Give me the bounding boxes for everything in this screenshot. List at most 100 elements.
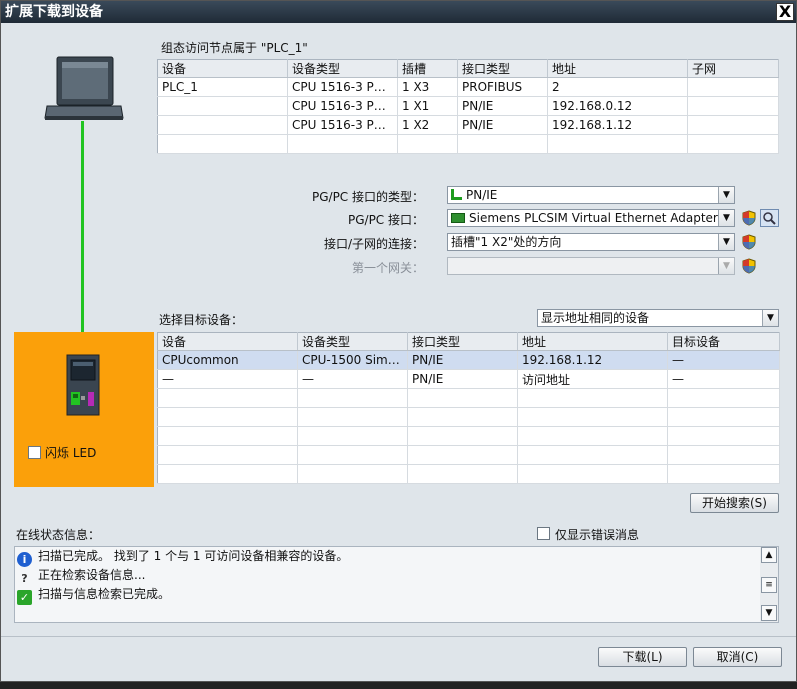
cell: 1 X1 (397, 96, 458, 116)
pgpc-interface-label: PG/PC 接口： (347, 213, 424, 227)
cell (687, 115, 779, 135)
shield-icon[interactable] (741, 258, 757, 274)
cell (547, 134, 688, 154)
cell: CPU 1516-3 PN/DP (287, 96, 398, 116)
cell: PROFIBUS (457, 77, 548, 97)
cell: CPUcommon (157, 350, 298, 370)
status-caption: 在线状态信息： (16, 528, 101, 542)
cell (407, 464, 518, 484)
scrollbar[interactable]: ▲ ≡ ▼ (760, 547, 778, 622)
cell (517, 464, 668, 484)
only-errors-label: 仅显示错误消息 (555, 528, 640, 542)
cell: PLC_1 (157, 77, 288, 97)
cell: PN/IE (407, 369, 518, 389)
table-row[interactable] (157, 134, 779, 154)
config-col-device: 设备 (157, 59, 288, 78)
chevron-down-icon[interactable]: ▼ (718, 234, 734, 250)
download-button[interactable]: 下载(L) (598, 647, 687, 667)
table-row[interactable]: PLC_1 CPU 1516-3 PN/DP 1 X3 PROFIBUS 2 (157, 77, 779, 97)
cell: — (667, 369, 780, 389)
cell (667, 426, 780, 446)
chevron-down-icon[interactable]: ▼ (718, 210, 734, 226)
network-adapter-icon (451, 213, 465, 223)
cell: 1 X2 (397, 115, 458, 135)
cell (457, 134, 548, 154)
background-strip (0, 682, 797, 689)
cell: PN/IE (457, 115, 548, 135)
properties-icon[interactable] (760, 209, 779, 227)
cell (157, 134, 288, 154)
close-icon[interactable]: X (776, 3, 794, 21)
cell (517, 388, 668, 408)
first-gateway-select[interactable]: ▼ (447, 257, 735, 275)
cell (157, 407, 298, 427)
cell (667, 445, 780, 465)
scroll-up-icon[interactable]: ▲ (761, 547, 777, 563)
plc-cpu-icon (66, 354, 100, 416)
pgpc-type-select[interactable]: PN/IE ▼ (447, 186, 735, 204)
message-text: 扫描与信息检索已完成。 (38, 587, 171, 601)
table-row[interactable] (157, 464, 780, 484)
table-row[interactable]: CPU 1516-3 PN/DP 1 X1 PN/IE 192.168.0.12 (157, 96, 779, 116)
cell: PN/IE (457, 96, 548, 116)
cell (407, 426, 518, 446)
table-row[interactable] (157, 445, 780, 465)
cancel-button[interactable]: 取消(C) (693, 647, 782, 667)
subnet-connection-select[interactable]: 插槽"1 X2"处的方向 ▼ (447, 233, 735, 251)
shield-icon[interactable] (741, 210, 757, 226)
cell: CPU 1516-3 PN/DP (287, 115, 398, 135)
config-col-subnet: 子网 (687, 59, 779, 78)
search-progress-icon: ? (21, 572, 28, 585)
message-text: 正在检索设备信息... (38, 568, 146, 582)
cell (517, 426, 668, 446)
flash-led-checkbox[interactable] (28, 446, 41, 459)
list-item: ✓ 扫描与信息检索已完成。 (17, 585, 171, 605)
cell (157, 115, 288, 135)
device-filter-select[interactable]: 显示地址相同的设备 ▼ (537, 309, 779, 327)
table-row[interactable]: CPUcommon CPU-1500 Simula... PN/IE 192.168.… (157, 350, 780, 370)
cell: 2 (547, 77, 688, 97)
cell (297, 445, 408, 465)
table-row[interactable] (157, 407, 780, 427)
cell (297, 407, 408, 427)
pgpc-interface-select[interactable]: Siemens PLCSIM Virtual Ethernet Adapter … (447, 209, 735, 227)
cell (157, 96, 288, 116)
config-col-address: 地址 (547, 59, 688, 78)
only-errors-checkbox[interactable] (537, 527, 550, 540)
table-row[interactable] (157, 426, 780, 446)
scroll-thumb[interactable]: ≡ (761, 577, 777, 593)
message-text: 扫描已完成。 找到了 1 个与 1 可访问设备相兼容的设备。 (38, 549, 349, 563)
cell (687, 77, 779, 97)
config-col-iftype: 接口类型 (457, 59, 548, 78)
cell (297, 426, 408, 446)
subnet-connection-label: 接口/子网的连接： (323, 237, 424, 251)
cell: 访问地址 (517, 369, 668, 389)
table-row[interactable]: CPU 1516-3 PN/DP 1 X2 PN/IE 192.168.1.12 (157, 115, 779, 135)
first-gateway-label: 第一个网关： (351, 261, 424, 275)
target-device-panel: 闪烁 LED (14, 332, 154, 487)
chevron-down-icon[interactable]: ▼ (762, 310, 778, 326)
info-icon: i (17, 552, 32, 567)
cell (297, 464, 408, 484)
pgpc-type-value: PN/IE (466, 188, 498, 202)
pgpc-type-label: PG/PC 接口的类型： (311, 190, 424, 204)
config-header-row: 设备 设备类型 插槽 接口类型 地址 子网 (157, 59, 779, 78)
scroll-down-icon[interactable]: ▼ (761, 605, 777, 621)
table-row[interactable]: — — PN/IE 访问地址 — (157, 369, 780, 389)
cell (667, 407, 780, 427)
cell (407, 445, 518, 465)
device-filter-value: 显示地址相同的设备 (541, 311, 650, 325)
cell (687, 96, 779, 116)
chevron-down-icon[interactable]: ▼ (718, 258, 734, 274)
chevron-down-icon[interactable]: ▼ (718, 187, 734, 203)
cell: 192.168.0.12 (547, 96, 688, 116)
table-row[interactable] (157, 388, 780, 408)
cell (517, 445, 668, 465)
cell: 1 X3 (397, 77, 458, 97)
target-col-address: 地址 (517, 332, 668, 351)
start-search-button[interactable]: 开始搜索(S) (690, 493, 779, 513)
status-message-list: i 扫描已完成。 找到了 1 个与 1 可访问设备相兼容的设备。 ? 正在检索设备信… (14, 546, 779, 623)
shield-icon[interactable] (741, 234, 757, 250)
cell (157, 426, 298, 446)
cell (407, 407, 518, 427)
